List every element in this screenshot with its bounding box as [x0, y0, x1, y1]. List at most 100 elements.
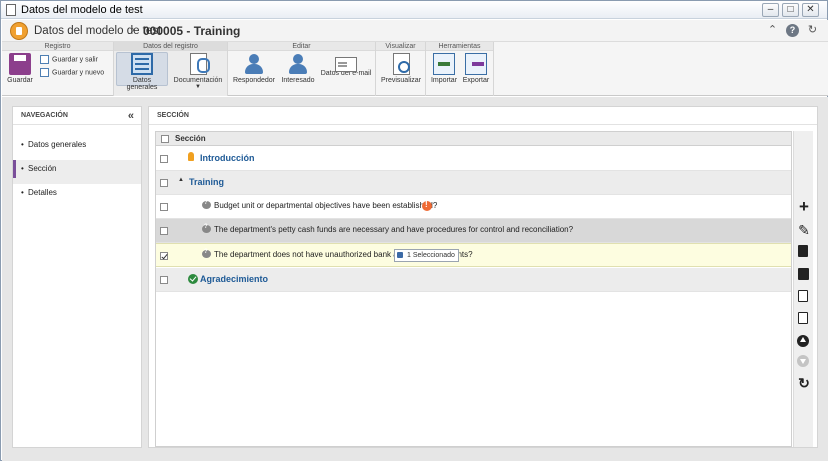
record-header: Datos del modelo de test › 000005 - Trai…: [2, 20, 828, 42]
interested-button[interactable]: Interesado: [278, 53, 318, 84]
grid-header: Sección: [156, 132, 791, 146]
ribbon-toolbar: Registro Guardar Guardar y salir Guardar…: [2, 42, 828, 96]
grid-column-header: Sección: [175, 134, 206, 143]
row-label: Agradecimiento: [200, 274, 269, 284]
content-area: NAVEGACIÓN « Datos generales Sección Det…: [2, 97, 828, 461]
maximize-button[interactable]: □: [782, 3, 799, 17]
tree-row-introduccion[interactable]: Introducción: [156, 147, 791, 171]
move-down-icon: [797, 355, 809, 367]
row-checkbox[interactable]: [160, 203, 168, 211]
question-icon: [202, 200, 211, 209]
import-label: Importar: [430, 77, 458, 84]
email-data-button[interactable]: Datos del e-mail: [320, 53, 372, 77]
refresh-icon[interactable]: ↻: [806, 24, 819, 37]
add-button[interactable]: +: [796, 198, 812, 215]
group-visualizar-label: Visualizar: [376, 42, 425, 51]
import-icon: [433, 53, 455, 75]
save-exit-button[interactable]: Guardar y salir: [40, 55, 98, 65]
section-tree-grid: Sección Introducción ▲ Training Budget u…: [155, 131, 792, 447]
window-title: Datos del modelo de test: [21, 4, 143, 16]
minimize-button[interactable]: –: [762, 3, 779, 17]
email-icon: [335, 57, 357, 72]
document-icon[interactable]: [798, 290, 808, 302]
close-button[interactable]: ✕: [802, 3, 819, 17]
preview-document-icon[interactable]: [798, 312, 808, 324]
help-icon[interactable]: ?: [786, 24, 799, 37]
export-label: Exportar: [462, 77, 490, 84]
breadcrumb-separator: ›: [131, 24, 135, 36]
row-checkbox[interactable]: [160, 227, 168, 235]
row-label: The department does not have unauthorize…: [214, 250, 415, 259]
documentation-label: Documentación: [173, 77, 223, 84]
respondent-icon: [243, 53, 265, 75]
record-title: 000005 - Training: [143, 24, 241, 38]
respondent-button[interactable]: Respondedor: [232, 53, 276, 84]
row-label: The department's petty cash funds are ne…: [214, 225, 574, 234]
app-logo-icon: [10, 22, 28, 40]
tree-row-question-1[interactable]: Budget unit or departmental objectives h…: [156, 195, 791, 219]
save-button[interactable]: Guardar: [6, 53, 34, 84]
tree-row-question-3[interactable]: The department does not have unauthorize…: [156, 243, 791, 267]
title-bar: Datos del modelo de test – □ ✕: [1, 1, 827, 19]
nav-item-seccion[interactable]: Sección: [13, 160, 141, 184]
save-exit-label: Guardar y salir: [52, 56, 98, 64]
move-up-icon[interactable]: [797, 335, 809, 347]
bulb-icon: [188, 152, 194, 161]
preview-button[interactable]: Previsualizar: [379, 53, 423, 84]
general-data-icon: [131, 53, 153, 75]
collapse-header-icon[interactable]: ⌃: [766, 24, 779, 37]
row-checkbox[interactable]: [160, 276, 168, 284]
navigation-panel: NAVEGACIÓN « Datos generales Sección Det…: [12, 106, 142, 448]
delete-icon[interactable]: [798, 245, 808, 257]
warning-icon: [422, 200, 432, 211]
row-checkbox[interactable]: [160, 179, 168, 187]
interested-icon: [287, 53, 309, 75]
export-icon: [465, 53, 487, 75]
edit-button[interactable]: ✎: [796, 222, 812, 238]
save-new-label: Guardar y nuevo: [52, 69, 105, 77]
save-new-button[interactable]: Guardar y nuevo: [40, 68, 104, 78]
export-button[interactable]: Exportar: [461, 53, 491, 84]
nav-item-label: Detalles: [28, 188, 57, 197]
selected-indicator: [13, 160, 16, 178]
respondent-label: Respondedor: [232, 77, 276, 84]
row-checkbox-checked[interactable]: [160, 252, 168, 260]
copy-icon[interactable]: [798, 268, 809, 280]
interested-label: Interesado: [281, 77, 315, 84]
question-icon: [202, 224, 211, 233]
preview-icon: [392, 53, 410, 75]
nav-item-datos-generales[interactable]: Datos generales: [13, 136, 141, 160]
row-label: Introducción: [200, 153, 255, 163]
side-toolbar: + ✎ ↻: [793, 131, 813, 447]
general-data-label: Datos generales: [126, 77, 158, 91]
tree-row-training[interactable]: ▲ Training: [156, 171, 791, 195]
save-icon: [9, 53, 31, 75]
question-icon: [202, 249, 211, 258]
general-data-button[interactable]: Datos generales: [116, 52, 168, 91]
tree-row-question-2[interactable]: The department's petty cash funds are ne…: [156, 219, 791, 243]
application-window: Datos del modelo de test – □ ✕ Datos del…: [0, 0, 828, 461]
selection-tooltip: 1 Seleccionado: [394, 249, 459, 262]
navigation-title: NAVEGACIÓN: [21, 112, 68, 119]
collapse-icon[interactable]: «: [128, 107, 134, 125]
save-new-icon: [40, 68, 49, 77]
dropdown-arrow-icon: ▼: [195, 84, 201, 90]
row-label: Budget unit or departmental objectives h…: [214, 201, 438, 210]
save-exit-icon: [40, 55, 49, 64]
import-button[interactable]: Importar: [429, 53, 459, 84]
group-registro-label: Registro: [2, 42, 113, 51]
row-label: Training: [189, 177, 225, 187]
expand-toggle-icon[interactable]: ▲: [178, 177, 184, 183]
nav-item-label: Datos generales: [28, 140, 87, 149]
select-all-checkbox[interactable]: [161, 135, 169, 143]
tree-row-agradecimiento[interactable]: Agradecimiento: [156, 268, 791, 292]
preview-label: Previsualizar: [380, 77, 422, 84]
row-checkbox[interactable]: [160, 155, 168, 163]
refresh-list-button[interactable]: ↻: [796, 375, 812, 391]
documentation-button[interactable]: Documentación ▼: [172, 53, 224, 90]
nav-item-label: Sección: [28, 164, 57, 173]
section-panel: SECCIÓN Sección Introducción ▲ Training: [148, 106, 818, 448]
check-icon: [188, 274, 198, 284]
nav-item-detalles[interactable]: Detalles: [13, 184, 141, 208]
save-label: Guardar: [7, 77, 33, 84]
